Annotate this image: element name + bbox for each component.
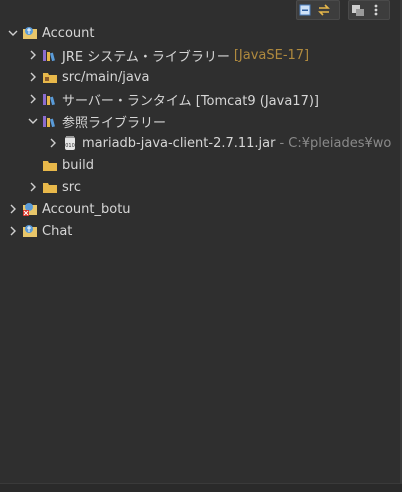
library-icon [42, 113, 58, 129]
tree-item-label: Account [42, 25, 95, 41]
tree-item-label: サーバー・ランタイム [Tomcat9 (Java17)] [62, 93, 319, 109]
chevron-right-icon[interactable] [26, 92, 40, 106]
chevron-right-icon[interactable] [46, 136, 60, 150]
filters-icon [352, 5, 364, 16]
chevron-right-icon[interactable] [26, 48, 40, 62]
source-folder-icon [42, 69, 58, 85]
jre-version-decoration: [JavaSE-17] [233, 47, 310, 63]
tree-item-label: Account_botu [42, 201, 131, 217]
link-with-editor-button[interactable] [315, 2, 333, 18]
empty-twisty [26, 158, 40, 172]
toolbar-group-1 [296, 0, 340, 20]
tree-item-label: JRE システム・ライブラリー [62, 49, 230, 65]
library-icon [42, 91, 58, 107]
collapse-all-icon [299, 4, 311, 16]
tree-item-mariadb-jar[interactable]: 010 mariadb-java-client-2.7.11.jar - C:¥… [0, 132, 391, 154]
chevron-right-icon[interactable] [26, 180, 40, 194]
tree-item-src-main-java[interactable]: src/main/java [0, 66, 149, 88]
view-menu-button[interactable] [367, 2, 385, 18]
tree-item-build[interactable]: build [0, 154, 94, 176]
tree-item-server-runtime[interactable]: サーバー・ランタイム [Tomcat9 (Java17)] [0, 88, 319, 110]
tree-item-label: Chat [42, 223, 73, 239]
chevron-right-icon[interactable] [6, 202, 20, 216]
link-with-editor-icon [318, 4, 330, 16]
view-menu-icon [374, 4, 378, 16]
tree-item-label: mariadb-java-client-2.7.11.jar [82, 135, 276, 151]
bottom-border [0, 483, 402, 492]
tree-item-chat[interactable]: Chat [0, 220, 72, 242]
web-project-icon [22, 223, 38, 239]
tree-item-label: src/main/java [62, 69, 150, 85]
svg-text:010: 010 [65, 143, 75, 149]
toolbar-group-2 [348, 0, 390, 20]
tree-item-src[interactable]: src [0, 176, 81, 198]
tree-item-jre-library[interactable]: JRE システム・ライブラリー [JavaSE-17] [0, 44, 309, 66]
folder-icon [42, 179, 58, 195]
tree-item-label: 参照ライブラリー [62, 115, 167, 131]
folder-icon [42, 157, 58, 173]
tree-item-label: src [62, 179, 81, 195]
jar-path-decoration: - C:¥pleiades¥wo [279, 135, 392, 151]
chevron-down-icon[interactable] [6, 26, 20, 40]
web-project-icon [22, 25, 38, 41]
web-project-error-icon [22, 201, 38, 217]
collapse-all-button[interactable] [297, 2, 315, 18]
chevron-right-icon[interactable] [6, 224, 20, 238]
tree-item-account[interactable]: Account [0, 22, 95, 44]
tree-item-label: build [62, 157, 94, 173]
chevron-right-icon[interactable] [26, 70, 40, 84]
jar-icon: 010 [62, 135, 78, 151]
chevron-down-icon[interactable] [26, 114, 40, 128]
tree-item-account-botu[interactable]: Account_botu [0, 198, 131, 220]
tree-item-referenced-libraries[interactable]: 参照ライブラリー [0, 110, 166, 132]
filters-button[interactable] [349, 2, 367, 18]
view-toolbar [0, 0, 402, 20]
library-icon [42, 47, 58, 63]
